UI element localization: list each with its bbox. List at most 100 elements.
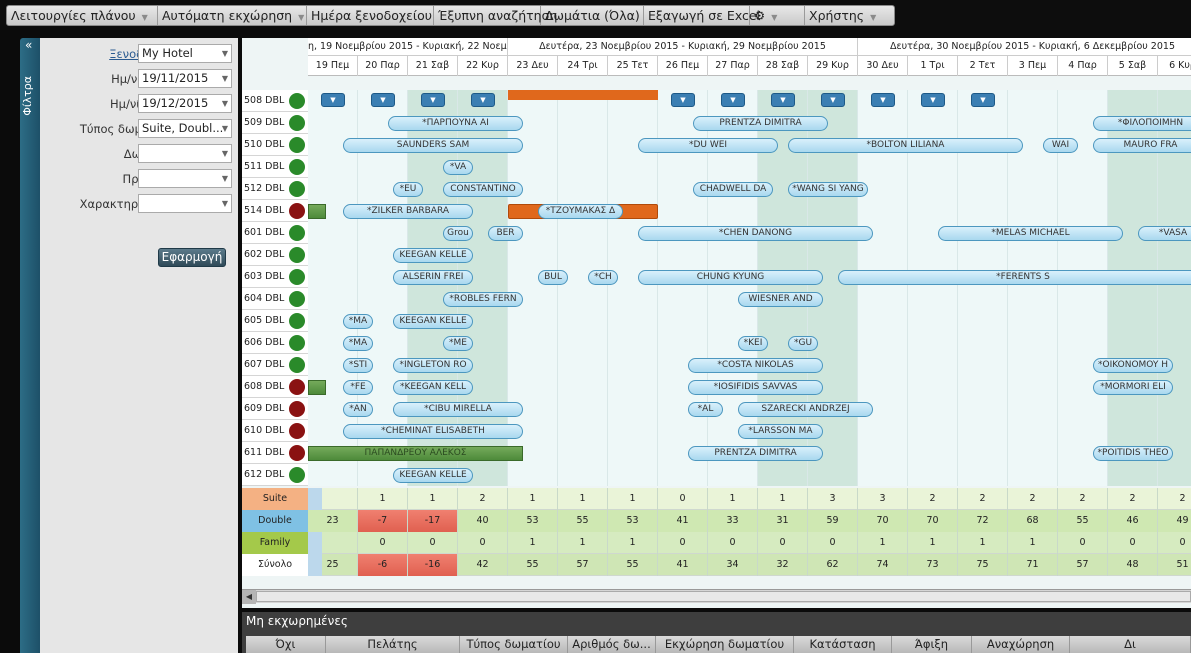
grid-cell[interactable] xyxy=(808,200,858,222)
grid-cell[interactable] xyxy=(1108,288,1158,310)
grid-cell[interactable] xyxy=(908,354,958,376)
grid-cell[interactable] xyxy=(1108,310,1158,332)
menu-item[interactable]: ⚙ ▼ xyxy=(750,6,805,25)
expand-chevron-icon[interactable]: ▼ xyxy=(871,93,895,107)
grid-cell[interactable] xyxy=(858,112,908,134)
grid-cell[interactable] xyxy=(558,332,608,354)
booking-bar[interactable]: *IOSIFIDIS SAVVAS xyxy=(688,380,823,395)
room-row-label[interactable]: 604 DBL xyxy=(242,288,308,310)
date-to-select[interactable]: 19/12/2015 ▼ xyxy=(138,94,232,113)
grid-cell[interactable] xyxy=(1008,310,1058,332)
grid-cell[interactable] xyxy=(908,200,958,222)
apply-button[interactable]: Εφαρμογή xyxy=(158,248,226,267)
grid-cell[interactable] xyxy=(1158,420,1191,442)
grid-cell[interactable] xyxy=(758,156,808,178)
grid-cell[interactable] xyxy=(958,112,1008,134)
grid-cell[interactable] xyxy=(858,310,908,332)
booking-bar[interactable]: *BOLTON LILIANA xyxy=(788,138,1023,153)
grid-cell[interactable] xyxy=(958,420,1008,442)
menu-item[interactable]: Λειτουργίες πλάνου ▼ xyxy=(7,6,158,25)
grid-cell[interactable] xyxy=(858,244,908,266)
grid-cell[interactable] xyxy=(1158,156,1191,178)
grid-cell[interactable] xyxy=(1108,244,1158,266)
grid-cell[interactable] xyxy=(308,266,358,288)
grid-cell[interactable] xyxy=(508,310,558,332)
booking-bar[interactable]: KEEGAN KELLE xyxy=(393,248,473,263)
unassigned-column-header[interactable]: Δι xyxy=(1070,636,1191,653)
booking-bar[interactable]: *FE xyxy=(343,380,373,395)
grid-cell[interactable] xyxy=(908,464,958,486)
grid-cell[interactable] xyxy=(608,112,658,134)
grid-cell[interactable] xyxy=(858,354,908,376)
grid-cell[interactable] xyxy=(758,200,808,222)
room-row-label[interactable]: 609 DBL xyxy=(242,398,308,420)
booking-bar[interactable]: *VASA xyxy=(1138,226,1191,241)
grid-cell[interactable] xyxy=(508,376,558,398)
grid-cell[interactable] xyxy=(1108,332,1158,354)
grid-cell[interactable] xyxy=(1108,90,1158,112)
grid-cell[interactable] xyxy=(1008,376,1058,398)
grid-cell[interactable] xyxy=(958,464,1008,486)
grid-cell[interactable] xyxy=(908,310,958,332)
booking-bar[interactable]: *MORMORI ELI xyxy=(1093,380,1173,395)
grid-cell[interactable] xyxy=(958,244,1008,266)
grid-cell[interactable] xyxy=(1008,156,1058,178)
unassigned-column-header[interactable]: Αναχώρηση xyxy=(972,636,1070,653)
grid-cell[interactable] xyxy=(608,288,658,310)
unassigned-column-header[interactable]: Εκχώρηση δωματίου xyxy=(656,636,794,653)
room-row-label[interactable]: 606 DBL xyxy=(242,332,308,354)
grid-cell[interactable] xyxy=(958,310,1008,332)
grid-cell[interactable] xyxy=(908,288,958,310)
room-row-label[interactable]: 601 DBL xyxy=(242,222,308,244)
room-row-label[interactable]: 509 DBL xyxy=(242,112,308,134)
booking-bar[interactable]: WIESNER AND xyxy=(738,292,823,307)
booking-bar[interactable]: PRENTZA DIMITRA xyxy=(688,446,823,461)
unassigned-column-header[interactable]: Τύπος δωματίου xyxy=(460,636,568,653)
grid-cell[interactable] xyxy=(858,464,908,486)
grid-cell[interactable] xyxy=(858,376,908,398)
booking-bar[interactable]: KEEGAN KELLE xyxy=(393,314,473,329)
booking-bar[interactable]: *VA xyxy=(443,160,473,175)
grid-cell[interactable] xyxy=(758,464,808,486)
grid-cell[interactable] xyxy=(708,244,758,266)
horizontal-scrollbar[interactable]: ◀ xyxy=(242,589,1191,604)
booking-bar[interactable]: CONSTANTINO xyxy=(443,182,523,197)
grid-cell[interactable] xyxy=(1008,464,1058,486)
grid-cell[interactable] xyxy=(708,200,758,222)
grid-cell[interactable] xyxy=(558,222,608,244)
scroll-left-icon[interactable]: ◀ xyxy=(242,590,256,604)
booking-bar[interactable]: PRENTZA DIMITRA xyxy=(693,116,828,131)
grid-cell[interactable] xyxy=(658,200,708,222)
grid-cell[interactable] xyxy=(658,332,708,354)
grid-cell[interactable] xyxy=(308,288,358,310)
grid-cell[interactable] xyxy=(1158,332,1191,354)
grid-cell[interactable] xyxy=(558,244,608,266)
grid-cell[interactable] xyxy=(1058,398,1108,420)
grid-cell[interactable] xyxy=(558,398,608,420)
grid-cell[interactable] xyxy=(608,178,658,200)
grid-cell[interactable] xyxy=(708,156,758,178)
grid-cell[interactable] xyxy=(958,442,1008,464)
grid-cell[interactable] xyxy=(1158,398,1191,420)
grid-cell[interactable] xyxy=(1008,112,1058,134)
grid-cell[interactable] xyxy=(708,310,758,332)
booking-bar[interactable]: *ROBLES FERN xyxy=(443,292,523,307)
view-select[interactable]: ▼ xyxy=(138,169,232,188)
booking-bar[interactable]: *MA xyxy=(343,314,373,329)
grid-cell[interactable] xyxy=(908,156,958,178)
booking-bar[interactable]: *CIBU MIRELLA xyxy=(393,402,523,417)
unassigned-column-header[interactable]: Πελάτης xyxy=(326,636,460,653)
grid-cell[interactable] xyxy=(808,464,858,486)
booking-bar[interactable]: SAUNDERS SAM xyxy=(343,138,523,153)
grid-cell[interactable] xyxy=(308,178,358,200)
room-row-label[interactable]: 510 DBL xyxy=(242,134,308,156)
room-row-label[interactable]: 511 DBL xyxy=(242,156,308,178)
room-row-label[interactable]: 603 DBL xyxy=(242,266,308,288)
grid-cell[interactable] xyxy=(558,156,608,178)
booking-bar[interactable]: *KEI xyxy=(738,336,768,351)
grid-cell[interactable] xyxy=(1008,354,1058,376)
scroll-thumb[interactable] xyxy=(256,591,1191,602)
grid-cell[interactable] xyxy=(308,464,358,486)
grid-cell[interactable] xyxy=(558,442,608,464)
room-row-label[interactable]: 611 DBL xyxy=(242,442,308,464)
